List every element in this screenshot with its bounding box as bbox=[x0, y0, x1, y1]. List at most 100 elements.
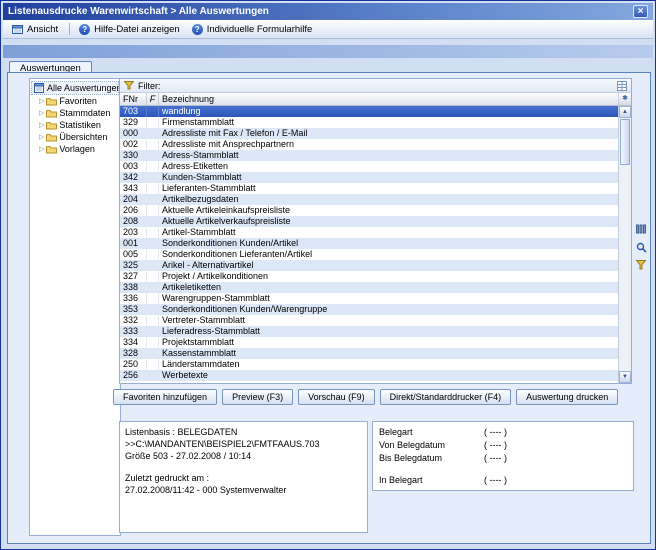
belegart-value: ( ---- ) bbox=[484, 426, 507, 439]
row-flag bbox=[147, 293, 159, 304]
table-row[interactable]: 342Kunden-Stammblatt bbox=[120, 172, 618, 183]
formularhilfe-button[interactable]: ? Individuelle Formularhilfe bbox=[187, 22, 320, 37]
preview-f3-button[interactable]: Preview (F3) bbox=[222, 389, 293, 405]
row-flag bbox=[147, 227, 159, 238]
row-bezeichnung: Lieferanten-Stammblatt bbox=[159, 183, 618, 194]
help-icon: ? bbox=[192, 24, 203, 35]
table-row[interactable]: 330 Adress-Stammblatt bbox=[120, 150, 618, 161]
scroll-up-arrow[interactable]: ▲ bbox=[619, 106, 631, 118]
table-row[interactable]: 001Sonderkonditionen Kunden/Artikel bbox=[120, 238, 618, 249]
tree-item-uebersichten[interactable]: ▷ Übersichten bbox=[31, 131, 119, 143]
row-fnr: 203 bbox=[120, 227, 147, 238]
row-bezeichnung: Adress-Etiketten bbox=[159, 161, 618, 172]
column-header-f[interactable]: F bbox=[147, 93, 159, 105]
vorschau-f9-button[interactable]: Vorschau (F9) bbox=[298, 389, 375, 405]
table-row[interactable]: 328Kassenstammblatt bbox=[120, 348, 618, 359]
row-fnr: 330 bbox=[120, 150, 147, 161]
auswertungen-table: Filter: FNr F Bezeichnung ✱ 703wandlung3… bbox=[119, 78, 632, 384]
row-fnr: 325 bbox=[120, 260, 147, 271]
table-row[interactable]: 005Sonderkonditionen Lieferanten/Artikel bbox=[120, 249, 618, 260]
row-fnr: 343 bbox=[120, 183, 147, 194]
table-row[interactable]: 703wandlung bbox=[120, 106, 618, 117]
column-header-bezeichnung[interactable]: Bezeichnung bbox=[159, 93, 618, 105]
row-flag bbox=[147, 150, 159, 161]
row-bezeichnung: Adress-Stammblatt bbox=[159, 150, 618, 161]
tree-item-stammdaten[interactable]: ▷ Stammdaten bbox=[31, 107, 119, 119]
vertical-scrollbar[interactable]: ▲ ▼ bbox=[618, 106, 631, 383]
row-fnr: 206 bbox=[120, 205, 147, 216]
table-row[interactable]: 000Adressliste mit Fax / Telefon / E-Mai… bbox=[120, 128, 618, 139]
app-window: Listenausdrucke Warenwirtschaft > Alle A… bbox=[0, 0, 656, 550]
in-belegart-row: In Belegart ( ---- ) bbox=[379, 474, 627, 487]
table-row[interactable]: 327Projekt / Artikelkonditionen bbox=[120, 271, 618, 282]
direkt-standarddrucker-f4-button[interactable]: Direkt/Standarddrucker (F4) bbox=[380, 389, 512, 405]
table-row[interactable]: 336Warengruppen-Stammblatt bbox=[120, 293, 618, 304]
row-flag bbox=[147, 326, 159, 337]
row-bezeichnung: Artikel-Stammblatt bbox=[159, 227, 618, 238]
row-flag bbox=[147, 194, 159, 205]
grid-options-icon[interactable] bbox=[617, 81, 627, 91]
table-row[interactable]: 204Artikelbezugsdaten bbox=[120, 194, 618, 205]
row-bezeichnung: Kunden-Stammblatt bbox=[159, 172, 618, 183]
auswertung-drucken-button[interactable]: Auswertung drucken bbox=[516, 389, 618, 405]
row-bezeichnung: Arikel - Alternativartikel bbox=[159, 260, 618, 271]
scroll-down-arrow[interactable]: ▼ bbox=[619, 371, 631, 383]
tree-root-label: Alle Auswertungen bbox=[47, 83, 121, 93]
table-row[interactable]: 256Werbetexte bbox=[120, 370, 618, 381]
tree-root-alle-auswertungen[interactable]: Alle Auswertungen bbox=[31, 81, 119, 95]
row-fnr: 333 bbox=[120, 326, 147, 337]
row-fnr: 332 bbox=[120, 315, 147, 326]
ansicht-button[interactable]: Ansicht bbox=[7, 22, 65, 37]
row-flag bbox=[147, 370, 159, 381]
favoriten-hinzufuegen-button[interactable]: Favoriten hinzufügen bbox=[113, 389, 217, 405]
column-header-fnr[interactable]: FNr bbox=[120, 93, 147, 105]
folder-icon bbox=[46, 121, 57, 130]
columns-icon[interactable] bbox=[635, 223, 647, 235]
tree-item-vorlagen[interactable]: ▷ Vorlagen bbox=[31, 143, 119, 155]
folder-icon bbox=[46, 145, 57, 154]
table-row[interactable]: 333Lieferadress-Stammblatt bbox=[120, 326, 618, 337]
table-row[interactable]: 002Adressliste mit Ansprechpartnern bbox=[120, 139, 618, 150]
row-flag bbox=[147, 337, 159, 348]
column-options-button[interactable]: ✱ bbox=[618, 93, 631, 105]
tree-item-favoriten[interactable]: ▷ Favoriten bbox=[31, 95, 119, 107]
row-fnr: 250 bbox=[120, 359, 147, 370]
table-row[interactable]: 003 Adress-Etiketten bbox=[120, 161, 618, 172]
row-bezeichnung: Kassenstammblatt bbox=[159, 348, 618, 359]
belegart-label: Belegart bbox=[379, 426, 484, 439]
table-row[interactable]: 353Sonderkonditionen Kunden/Warengruppe bbox=[120, 304, 618, 315]
table-row[interactable]: 208Aktuelle Artikelverkaufspreisliste bbox=[120, 216, 618, 227]
expand-icon[interactable]: ▷ bbox=[39, 145, 44, 154]
expand-icon[interactable]: ▷ bbox=[39, 133, 44, 142]
tree-item-label: Übersichten bbox=[59, 132, 107, 142]
tree-item-statistiken[interactable]: ▷ Statistiken bbox=[31, 119, 119, 131]
table-row[interactable]: 206Aktuelle Artikeleinkaufspreisliste bbox=[120, 205, 618, 216]
funnel-icon[interactable] bbox=[635, 259, 647, 271]
close-button[interactable]: × bbox=[633, 5, 648, 18]
title-bar: Listenausdrucke Warenwirtschaft > Alle A… bbox=[3, 3, 653, 20]
expand-icon[interactable]: ▷ bbox=[39, 97, 44, 106]
table-body: 703wandlung329Firmenstammblatt000Adressl… bbox=[120, 106, 631, 383]
row-bezeichnung: Aktuelle Artikelverkaufspreisliste bbox=[159, 216, 618, 227]
scroll-track[interactable] bbox=[619, 166, 631, 371]
row-bezeichnung: Vertreter-Stammblatt bbox=[159, 315, 618, 326]
header-band bbox=[3, 45, 653, 58]
expand-icon[interactable]: ▷ bbox=[39, 121, 44, 130]
table-row[interactable]: 334Projektstammblatt bbox=[120, 337, 618, 348]
row-fnr: 327 bbox=[120, 271, 147, 282]
table-row[interactable]: 332 Vertreter-Stammblatt bbox=[120, 315, 618, 326]
hilfe-datei-button[interactable]: ? Hilfe-Datei anzeigen bbox=[74, 22, 187, 37]
row-fnr: 003 bbox=[120, 161, 147, 172]
scroll-thumb[interactable] bbox=[620, 119, 630, 165]
expand-icon[interactable]: ▷ bbox=[39, 109, 44, 118]
table-row[interactable]: 329Firmenstammblatt bbox=[120, 117, 618, 128]
view-icon bbox=[12, 24, 23, 35]
table-row[interactable]: 325 Arikel - Alternativartikel bbox=[120, 260, 618, 271]
table-row[interactable]: 343 Lieferanten-Stammblatt bbox=[120, 183, 618, 194]
table-row[interactable]: 203 Artikel-Stammblatt bbox=[120, 227, 618, 238]
table-row[interactable]: 338Artikeletiketten bbox=[120, 282, 618, 293]
row-flag bbox=[147, 216, 159, 227]
table-row[interactable]: 250Länderstammdaten bbox=[120, 359, 618, 370]
search-icon[interactable] bbox=[635, 241, 647, 253]
row-flag bbox=[147, 183, 159, 194]
